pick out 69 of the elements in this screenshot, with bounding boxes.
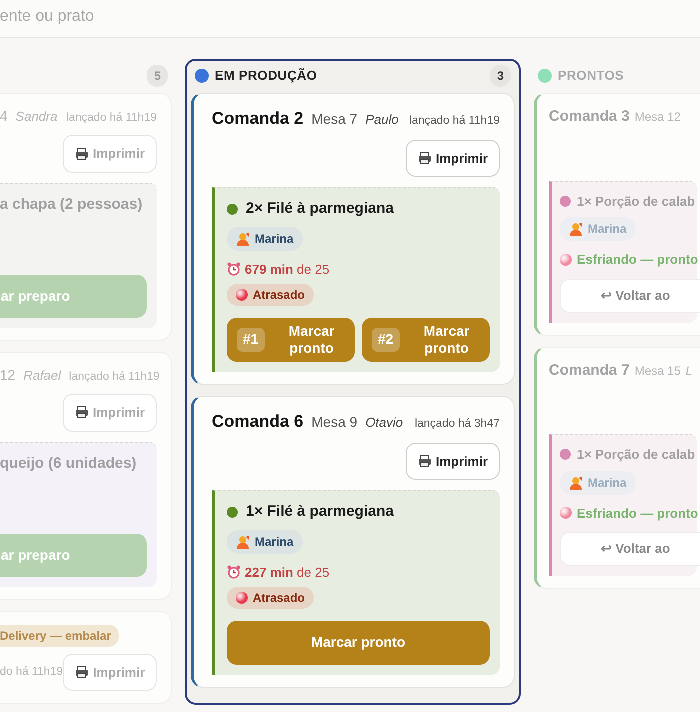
cook-name: Marina <box>255 534 294 550</box>
waiter-name: Paulo <box>366 111 399 129</box>
print-button[interactable]: Imprimir <box>406 442 500 480</box>
print-button[interactable]: Imprimir <box>62 135 157 173</box>
table-label: Mesa 9 <box>312 413 358 432</box>
launch-time: lançado há 3h47 <box>414 417 500 432</box>
person-icon <box>236 232 250 246</box>
order-title: Comanda 2 <box>212 108 304 130</box>
dish-name: 1× Porção de calab <box>577 192 696 211</box>
mark-ready-button[interactable]: #2 Marcar pronto <box>362 318 490 362</box>
dish-name: a chapa (2 pessoas) <box>0 194 143 215</box>
order-title: Comanda 7 <box>549 360 630 380</box>
item-index-badge: #2 <box>372 328 400 352</box>
launch-time: lançado há 11h19 <box>409 114 500 129</box>
dish-name: 1× Porção de calab <box>577 446 696 464</box>
count-badge: 5 <box>147 65 168 87</box>
dish-name: 1× Filé à parmegiana <box>246 502 394 522</box>
print-button[interactable]: Imprimir <box>62 394 157 432</box>
return-button[interactable]: ↩ Voltar ao <box>560 532 700 566</box>
cook-name: Marina <box>255 230 294 248</box>
alarm-clock-icon <box>227 262 241 276</box>
order-title: Comanda 6 <box>212 411 304 433</box>
table-label: 4 <box>0 107 8 126</box>
ball-icon <box>236 592 248 604</box>
person-icon <box>236 534 250 548</box>
item-index-badge: #1 <box>237 328 265 352</box>
return-button[interactable]: ↩ Voltar ao <box>560 278 700 312</box>
ball-icon <box>236 289 248 301</box>
printer-icon <box>75 666 90 679</box>
cook-name: Marina <box>588 221 627 238</box>
printer-icon <box>418 454 432 468</box>
waiter-name: Otavio <box>366 414 404 432</box>
status-label: Atrasado <box>253 287 306 304</box>
launch-time: lançado há 11h19 <box>69 370 160 385</box>
table-label: Mesa 7 <box>312 110 358 129</box>
status-label: Esfriando — pronto <box>577 251 698 269</box>
dish-name: 2× Filé à parmegiana <box>246 199 394 219</box>
table-label: Mesa 15 <box>634 362 681 380</box>
table-label: Mesa 12 <box>634 109 681 126</box>
ball-icon <box>560 254 572 266</box>
printer-icon <box>74 406 89 420</box>
person-icon <box>569 476 583 490</box>
column-title: PRONTOS <box>558 67 624 86</box>
launch-time: lançado há 11h19 <box>66 111 157 126</box>
print-button[interactable]: Imprimir <box>406 140 500 177</box>
status-label: Atrasado <box>253 590 306 607</box>
waiter-name: Rafael <box>24 366 62 385</box>
waiter-name: Sandra <box>16 108 58 126</box>
printer-icon <box>418 152 432 165</box>
alarm-clock-icon <box>227 565 241 580</box>
search-field[interactable]: ente ou prato <box>0 0 700 38</box>
ball-icon <box>560 507 572 520</box>
launch-time: do há 11h19 <box>0 664 64 680</box>
order-title: Comanda 3 <box>549 107 630 127</box>
waiter-name: L <box>686 362 693 380</box>
dish-name: queijo (6 unidades) <box>0 454 137 474</box>
mark-ready-button[interactable]: #1 Marcar pronto <box>227 318 355 362</box>
table-label: 12 <box>0 366 16 385</box>
delivery-tag: Delivery — embalar <box>0 624 120 646</box>
count-badge: 3 <box>490 65 511 87</box>
status-label: Esfriando — pronto <box>577 504 698 523</box>
print-button[interactable]: Imprimir <box>63 654 158 691</box>
mark-ready-button[interactable]: Marcar pronto <box>227 621 490 665</box>
person-icon <box>569 222 583 236</box>
printer-icon <box>74 148 89 160</box>
column-title: EM PRODUÇÃO <box>215 67 318 86</box>
prep-timer: 679 min de 25 <box>245 260 330 278</box>
prep-timer: 227 min de 25 <box>245 564 330 582</box>
cook-name: Marina <box>588 474 627 492</box>
